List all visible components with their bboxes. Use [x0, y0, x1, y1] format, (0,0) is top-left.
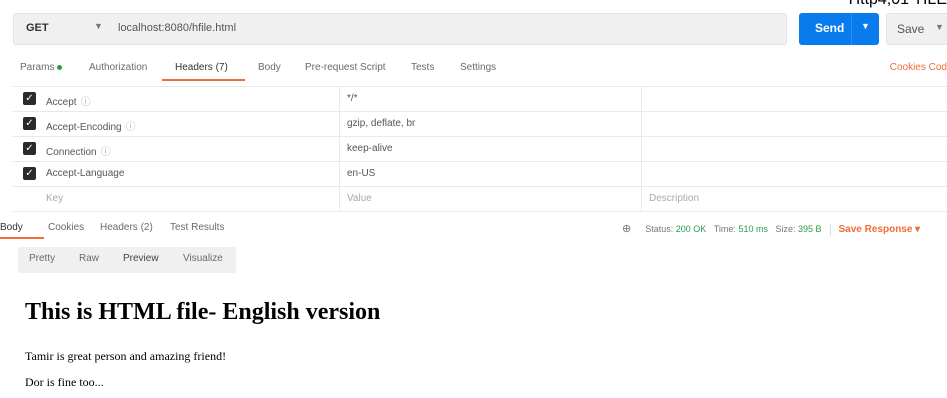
table-row: ✓ Accept-Encoding ⓘ gzip, deflate, br — [13, 112, 947, 137]
column-divider — [641, 112, 642, 137]
view-raw[interactable]: Raw — [79, 253, 99, 264]
info-icon: ⓘ — [100, 147, 111, 158]
info-icon: ⓘ — [80, 97, 91, 108]
header-key[interactable]: Accept-Language — [46, 168, 124, 179]
preview-pane: This is HTML file- English version — [25, 299, 380, 326]
table-row: ✓ Accept-Language en-US — [13, 162, 947, 187]
column-divider — [641, 162, 642, 187]
tab-pre-request-script[interactable]: Pre-request Script — [305, 62, 386, 73]
header-value[interactable]: en-US — [347, 168, 375, 179]
save-response-button[interactable]: Save Response — [839, 224, 913, 235]
top-label: Http4,01 TILE — [849, 0, 947, 9]
url-input[interactable]: localhost:8080/hfile.html — [118, 22, 236, 34]
view-visualize[interactable]: Visualize — [183, 253, 223, 264]
checkbox-checked-icon[interactable]: ✓ — [23, 117, 36, 130]
header-value[interactable]: gzip, deflate, br — [347, 118, 415, 129]
status-area: ⊕ Status: 200 OK Time: 510 ms Size: 395 B… — [622, 222, 920, 236]
table-row-empty: Key Value Description — [13, 187, 947, 212]
headers-table: ✓ Accept ⓘ */* ✓ Accept-Encoding ⓘ gzip, d… — [13, 86, 947, 212]
tab-settings[interactable]: Settings — [460, 62, 496, 73]
status-dot-icon — [57, 64, 63, 70]
checkbox-checked-icon[interactable]: ✓ — [23, 167, 36, 180]
view-preview[interactable]: Preview — [123, 253, 159, 264]
globe-icon[interactable]: ⊕ — [622, 222, 631, 235]
column-divider — [339, 187, 340, 212]
save-button[interactable]: Save ▼ — [886, 13, 947, 45]
tab-body[interactable]: Body — [258, 62, 281, 73]
column-divider — [339, 112, 340, 137]
divider — [829, 223, 831, 236]
time-value: 510 ms — [738, 224, 768, 234]
value-input[interactable]: Value — [347, 193, 372, 204]
send-divider — [851, 13, 852, 45]
preview-paragraph: Tamir is great person and amazing friend… — [25, 349, 227, 363]
save-label: Save — [897, 22, 925, 36]
request-bar[interactable]: GET ▼ localhost:8080/hfile.html — [13, 13, 787, 45]
preview-paragraph: Dor is fine too... — [25, 375, 104, 389]
active-tab-indicator — [162, 79, 245, 81]
tab-response-headers[interactable]: Headers (2) — [100, 222, 153, 233]
view-pretty[interactable]: Pretty — [29, 253, 55, 264]
chevron-down-icon[interactable]: ▼ — [935, 22, 944, 32]
key-input[interactable]: Key — [46, 193, 63, 204]
header-value[interactable]: */* — [347, 93, 358, 104]
column-divider — [339, 137, 340, 162]
status-value: 200 OK — [675, 224, 707, 234]
column-divider — [641, 137, 642, 162]
tab-tests[interactable]: Tests — [411, 62, 434, 73]
tab-test-results[interactable]: Test Results — [170, 222, 224, 233]
tab-response-cookies[interactable]: Cookies — [48, 222, 84, 233]
tab-response-body[interactable]: Body — [0, 222, 23, 233]
chevron-down-icon[interactable]: ▼ — [861, 21, 870, 31]
method-select[interactable]: GET — [26, 22, 49, 34]
column-divider — [339, 87, 340, 112]
column-divider — [641, 187, 642, 212]
chevron-down-icon[interactable]: ▾ — [915, 224, 920, 235]
table-row: ✓ Connection ⓘ keep-alive — [13, 137, 947, 162]
tab-authorization[interactable]: Authorization — [89, 62, 147, 73]
header-key[interactable]: Accept ⓘ — [46, 93, 91, 108]
active-tab-indicator — [0, 237, 44, 239]
checkbox-checked-icon[interactable]: ✓ — [23, 92, 36, 105]
send-label: Send — [815, 21, 845, 35]
response-tabs: Body Cookies Headers (2) Test Results ⊕ S… — [0, 217, 947, 239]
cookies-code-links[interactable]: Cookies Cod — [890, 62, 947, 73]
description-input[interactable]: Description — [649, 193, 699, 204]
request-tabs: Params Authorization Headers (7) Body Pr… — [0, 58, 947, 82]
header-value[interactable]: keep-alive — [347, 143, 393, 154]
chevron-down-icon[interactable]: ▼ — [94, 21, 103, 31]
column-divider — [339, 162, 340, 187]
info-icon: ⓘ — [125, 122, 136, 133]
tab-headers[interactable]: Headers (7) — [175, 62, 228, 73]
view-mode-bar: Pretty Raw Preview Visualize — [18, 247, 236, 273]
header-key[interactable]: Connection ⓘ — [46, 143, 111, 158]
column-divider — [641, 87, 642, 112]
checkbox-checked-icon[interactable]: ✓ — [23, 142, 36, 155]
tab-params[interactable]: Params — [20, 62, 63, 73]
header-key[interactable]: Accept-Encoding ⓘ — [46, 118, 136, 133]
size-value: 395 B — [797, 224, 822, 234]
preview-heading: This is HTML file- English version — [25, 299, 381, 325]
send-button[interactable]: Send ▼ — [799, 13, 879, 45]
table-row: ✓ Accept ⓘ */* — [13, 87, 947, 112]
